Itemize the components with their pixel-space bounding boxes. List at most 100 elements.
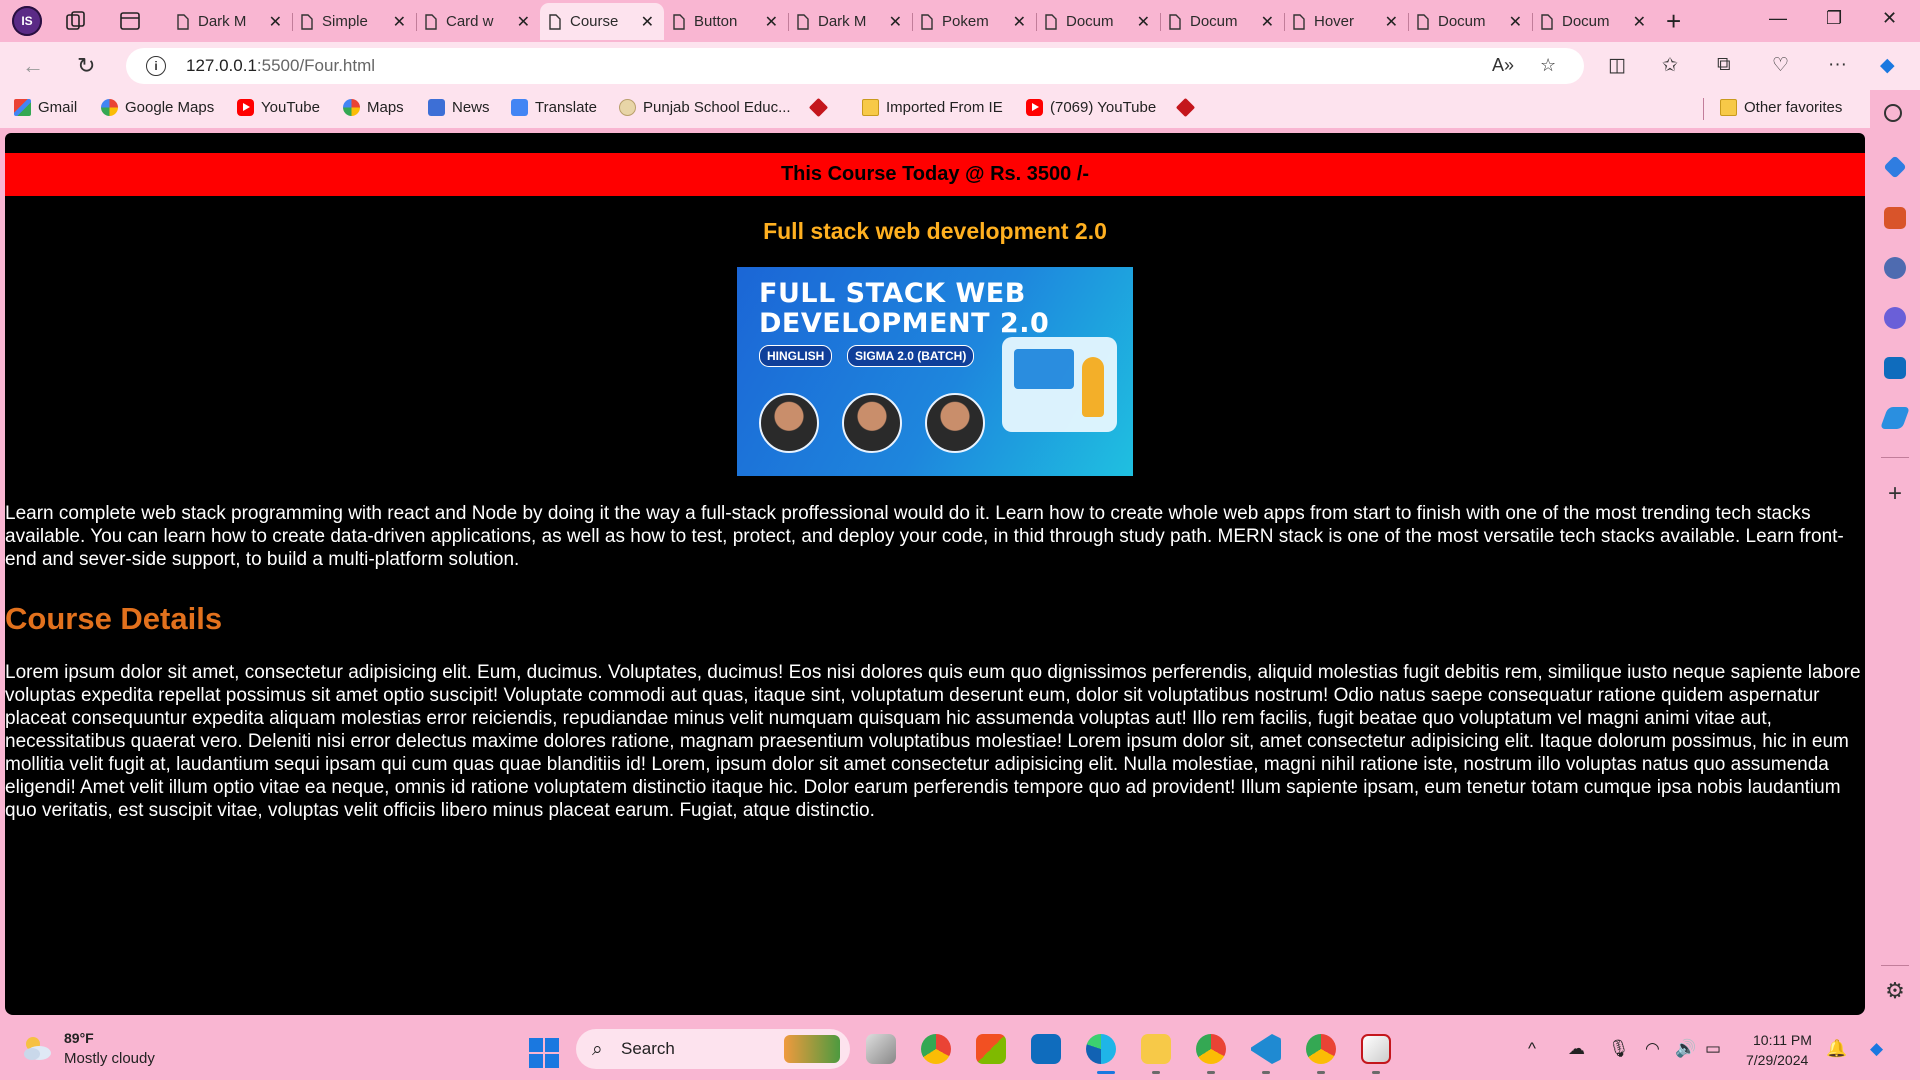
refresh-button[interactable]: ↻ [77,54,95,78]
send-icon[interactable] [1879,407,1911,429]
browser-tab[interactable]: Hover ✕ [1284,3,1408,40]
minimize-button[interactable]: — [1769,8,1787,29]
favorite-item[interactable]: News [428,99,490,116]
restore-button[interactable]: ❐ [1826,8,1842,29]
back-button[interactable]: ← [22,54,44,78]
url-text[interactable]: 127.0.0.1:5500/Four.html [186,56,375,76]
profile-avatar[interactable]: IS [12,6,42,36]
tab-close-icon[interactable]: ✕ [1385,12,1398,32]
tab-close-icon[interactable]: ✕ [393,12,406,32]
browser-tab[interactable]: Simple ✕ [292,3,416,40]
tab-close-icon[interactable]: ✕ [641,12,654,32]
tab-close-icon[interactable]: ✕ [269,12,282,32]
tag-icon[interactable] [1883,155,1907,179]
browser-tab[interactable]: Button ✕ [664,3,788,40]
split-screen-icon[interactable]: ◫ [1608,54,1626,77]
site-info-icon[interactable]: i [146,56,166,76]
address-bar[interactable]: i 127.0.0.1:5500/Four.html A» ☆ [126,48,1584,84]
browser-tab[interactable]: Dark M ✕ [788,3,912,40]
folder-icon [1720,99,1737,116]
browser-tab[interactable]: Pokem ✕ [912,3,1036,40]
browser-tab[interactable]: Docum ✕ [1532,3,1656,40]
browser-essentials-icon[interactable]: ♡ [1772,54,1789,77]
tab-close-icon[interactable]: ✕ [1137,12,1150,32]
edge-icon[interactable] [1086,1034,1116,1064]
snipping-tool-icon[interactable] [1361,1034,1391,1064]
store-icon[interactable] [976,1034,1006,1064]
settings-gear-icon[interactable]: ⚙ [1884,980,1906,1002]
taskbar-search[interactable]: ⌕ Search [576,1029,850,1069]
notifications-icon[interactable]: 🔔 [1826,1039,1847,1059]
battery-icon[interactable]: ▭ [1705,1039,1721,1059]
weather-temperature[interactable]: 89°F [64,1030,94,1046]
document-icon [797,13,809,30]
outlook-icon[interactable] [1884,357,1906,379]
more-menu-icon[interactable]: ··· [1828,54,1847,76]
close-window-button[interactable]: ✕ [1882,8,1897,29]
start-button[interactable] [529,1038,559,1068]
favorite-item[interactable]: Translate [511,99,597,116]
favorite-item[interactable]: (7069) YouTube [1026,99,1156,116]
tab-label: Course [570,13,619,30]
tab-close-icon[interactable]: ✕ [1633,12,1646,32]
tab-close-icon[interactable]: ✕ [765,12,778,32]
browser-tab[interactable]: Docum ✕ [1036,3,1160,40]
clock-date[interactable]: 7/29/2024 [1746,1052,1808,1068]
vertical-tabs-icon[interactable] [118,9,142,33]
collections-icon[interactable]: ⧉ [1717,54,1731,76]
favorites-icon[interactable]: ✩ [1662,54,1678,77]
youtube-icon [1026,99,1043,116]
favorite-item[interactable]: YouTube [237,99,320,116]
outlook-icon[interactable] [1031,1034,1061,1064]
tab-label: Docum [1190,13,1238,30]
favorite-item[interactable] [808,97,829,118]
favorite-item[interactable]: Gmail [14,99,77,116]
onedrive-cloud-icon[interactable]: ☁ [1568,1039,1585,1059]
cloudy-weather-icon[interactable] [20,1033,54,1063]
weather-condition[interactable]: Mostly cloudy [64,1050,155,1067]
copilot-icon[interactable]: ◆ [1880,54,1895,77]
favorite-item[interactable]: Google Maps [101,99,214,116]
favorite-label: Maps [367,99,404,116]
copilot-preview-icon[interactable]: ◆ [1870,1039,1883,1059]
chrome-alt-profile-icon[interactable] [1306,1034,1336,1064]
favorite-star-icon[interactable]: ☆ [1540,55,1556,76]
browser-tab[interactable]: Docum ✕ [1160,3,1284,40]
chrome-profile-icon[interactable] [1196,1034,1226,1064]
add-icon[interactable]: + [1884,482,1906,506]
tab-close-icon[interactable]: ✕ [889,12,902,32]
wifi-icon[interactable]: ◠ [1645,1039,1660,1059]
document-icon [177,13,189,30]
microphone-icon[interactable]: 🎙 [1608,1039,1630,1059]
microsoft365-icon[interactable] [1884,307,1906,329]
browser-tab[interactable]: Docum ✕ [1408,3,1532,40]
other-favorites[interactable]: Other favorites [1720,99,1842,116]
show-hidden-icons-chevron-icon[interactable]: ^ [1528,1039,1536,1059]
tab-close-icon[interactable]: ✕ [1261,12,1274,32]
chrome-icon[interactable] [921,1034,951,1064]
new-tab-button[interactable]: + [1666,8,1681,34]
volume-icon[interactable]: 🔊 [1675,1039,1696,1059]
read-aloud-icon[interactable]: A» [1492,55,1514,76]
vscode-icon[interactable] [1251,1034,1281,1064]
running-app-indicator [1317,1071,1325,1074]
tab-close-icon[interactable]: ✕ [1509,12,1522,32]
favorite-item[interactable] [1175,97,1196,118]
tab-close-icon[interactable]: ✕ [517,12,530,32]
tab-close-icon[interactable]: ✕ [1013,12,1026,32]
task-view-icon[interactable] [866,1034,896,1064]
file-explorer-icon[interactable] [1141,1034,1171,1064]
workspaces-icon[interactable] [64,9,88,33]
favorite-item[interactable]: Maps [343,99,404,116]
windows-logo-pane [529,1038,543,1052]
search-icon[interactable] [1884,104,1902,122]
browser-tab[interactable]: Dark M ✕ [168,3,292,40]
games-icon[interactable] [1884,257,1906,279]
favorite-item[interactable]: Imported From IE [862,99,1003,116]
clock-time[interactable]: 10:11 PM [1753,1032,1812,1048]
tools-icon[interactable] [1884,207,1906,229]
favorite-item[interactable]: Punjab School Educ... [619,99,791,116]
browser-tab[interactable]: Course ✕ [540,3,664,40]
browser-tab[interactable]: Card w ✕ [416,3,540,40]
tab-label: Pokem [942,13,989,30]
